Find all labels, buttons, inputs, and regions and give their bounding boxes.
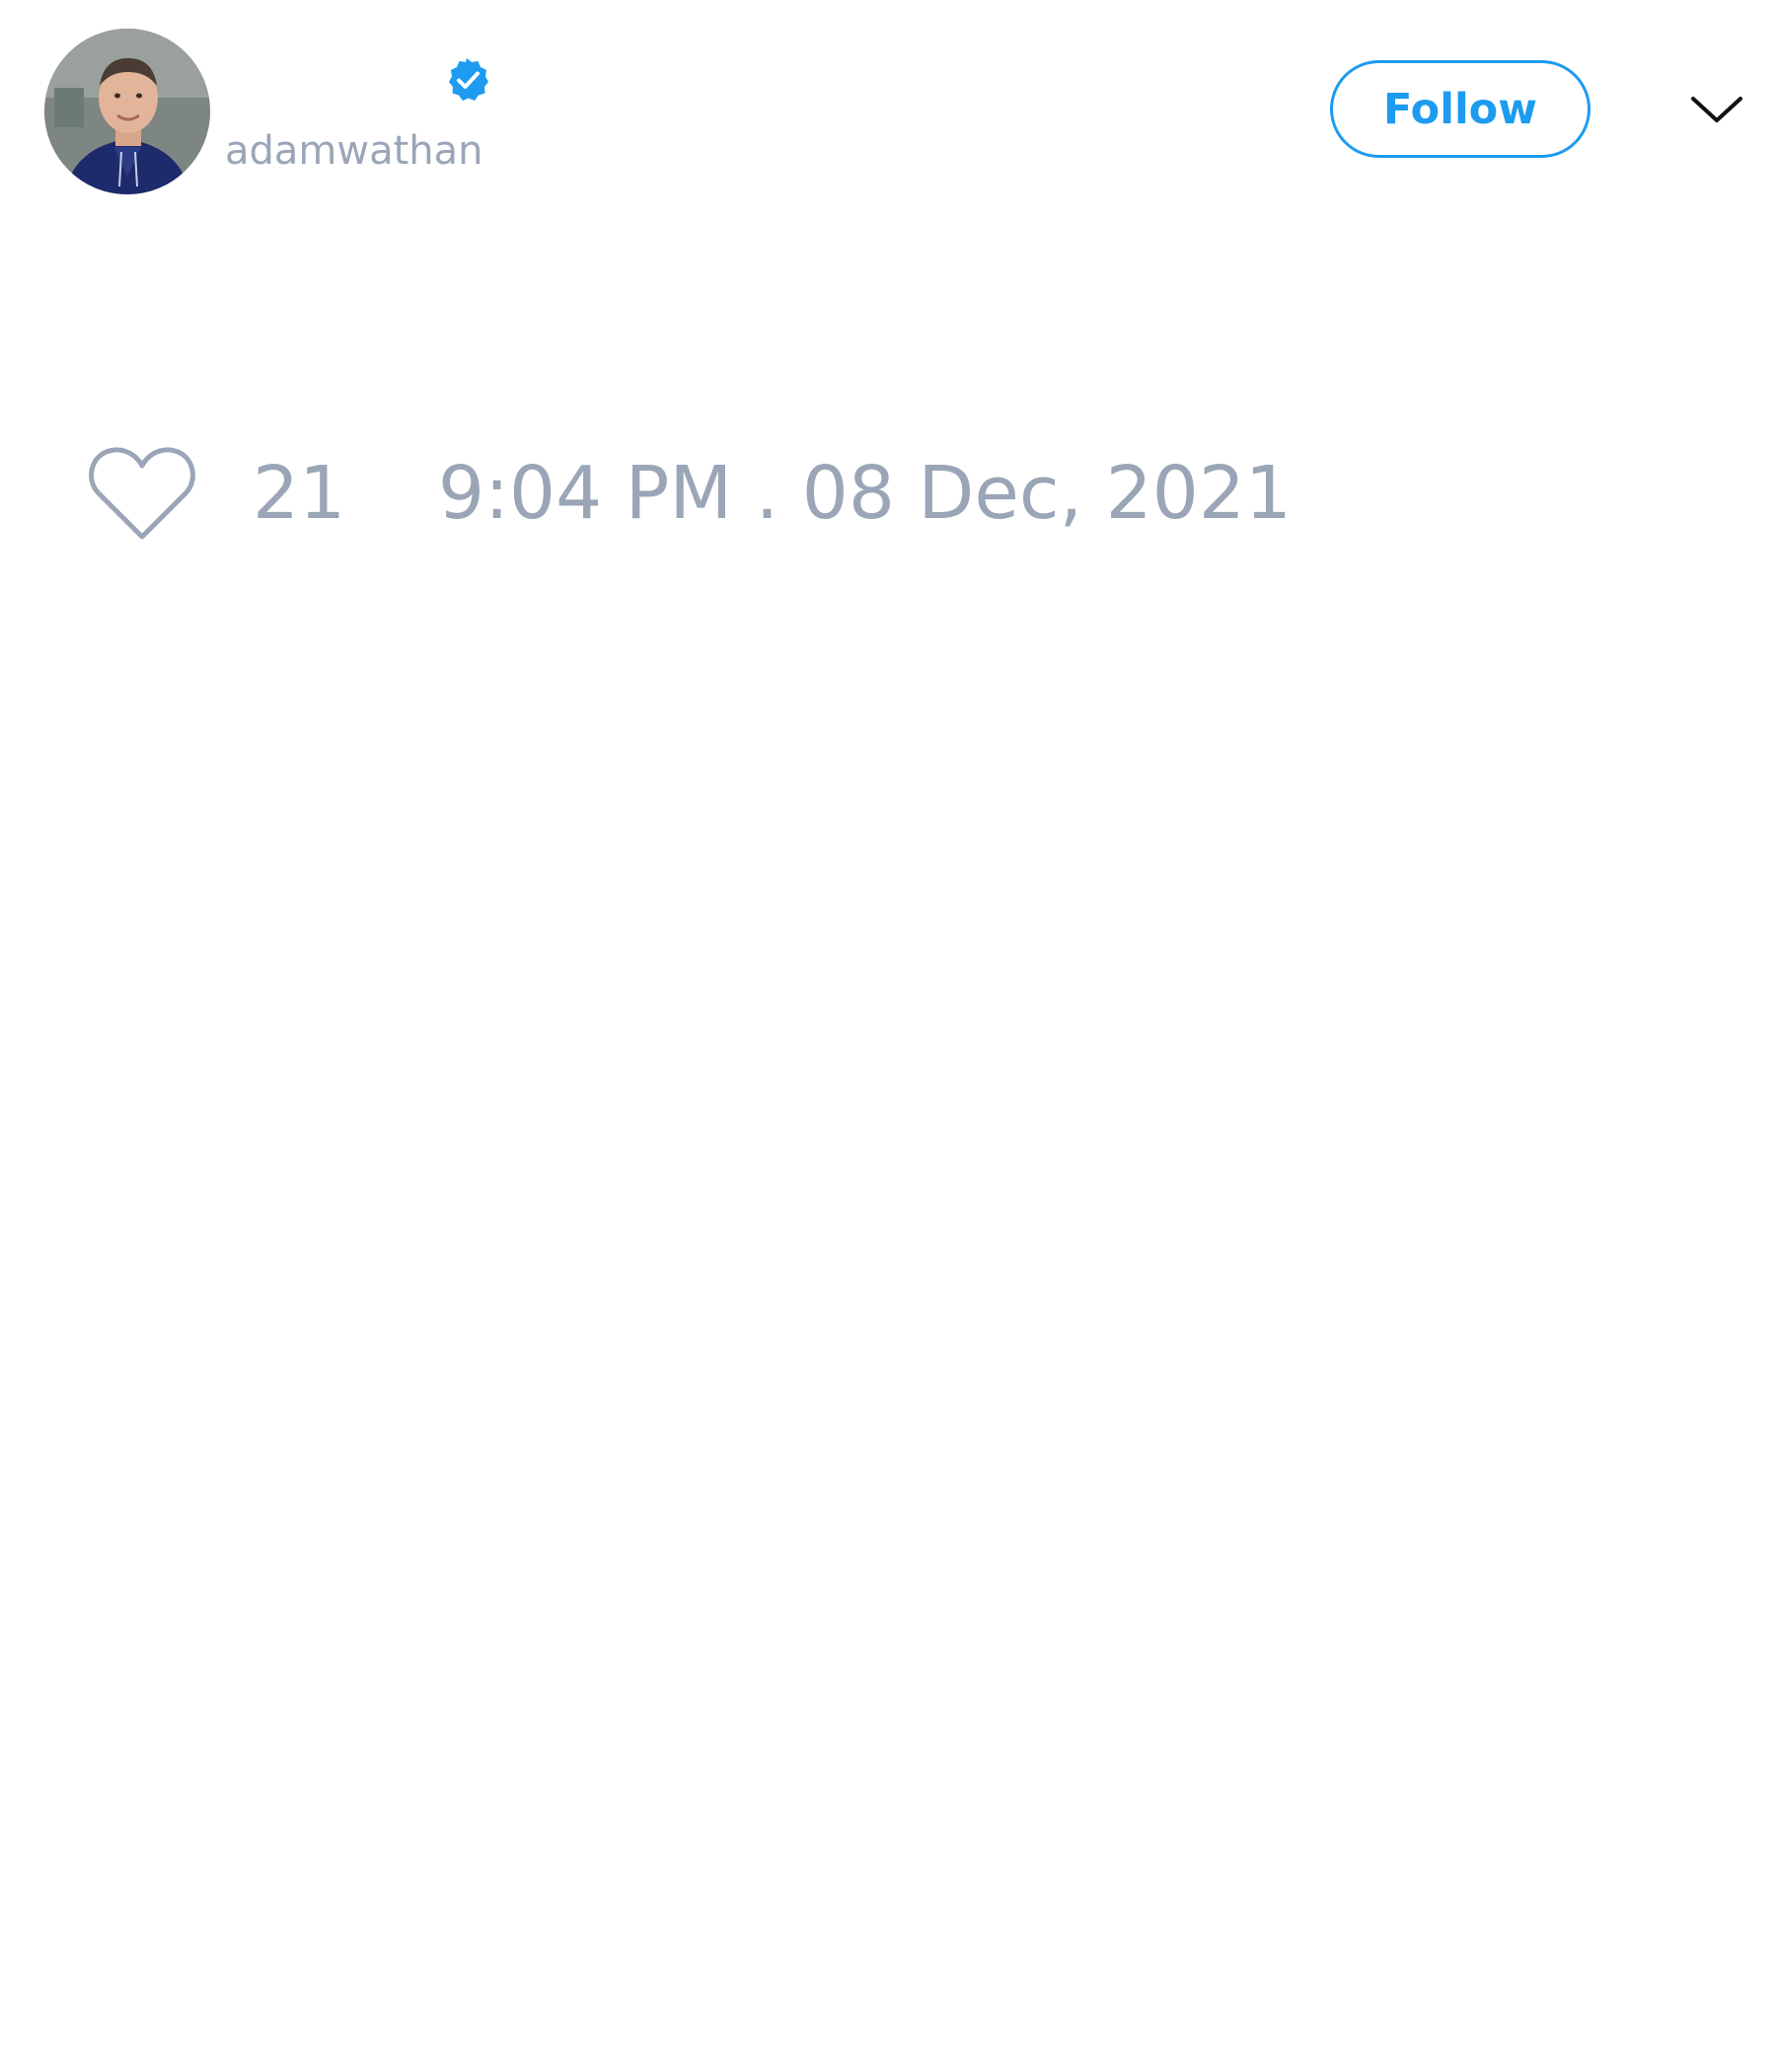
tweet-card: adamwathan Follow 21 9:04 PM . 08 Dec, 2… [0, 0, 1776, 2072]
avatar[interactable] [44, 29, 210, 194]
avatar-photo [44, 29, 210, 194]
timestamp[interactable]: 9:04 PM . 08 Dec, 2021 [438, 450, 1292, 537]
username[interactable]: adamwathan [225, 125, 483, 177]
follow-button[interactable]: Follow [1330, 60, 1591, 158]
like-count: 21 [253, 451, 346, 536]
more-options-button[interactable] [1689, 85, 1744, 136]
chevron-down-icon [1691, 97, 1742, 122]
like-button[interactable] [87, 444, 197, 543]
verified-badge-icon [445, 56, 492, 104]
heart-icon [89, 447, 195, 540]
